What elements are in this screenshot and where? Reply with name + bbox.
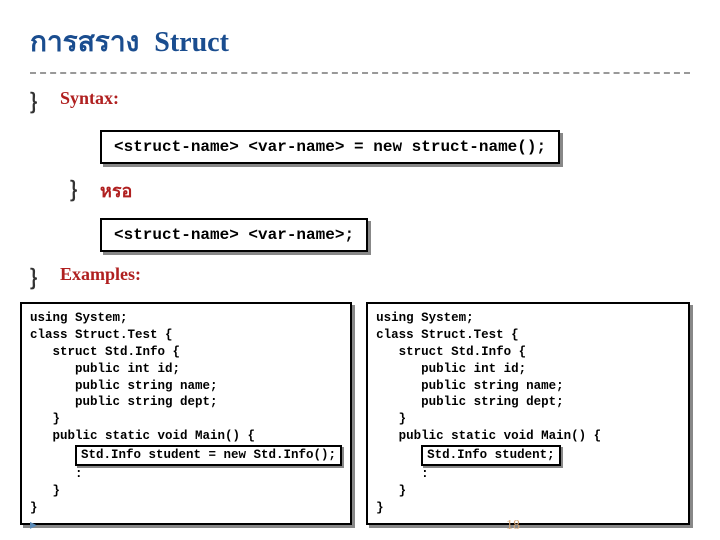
or-label: หรอ <box>100 174 132 205</box>
highlight-line-right: Std.Info student; <box>421 445 561 466</box>
examples-container: using System; class Struct.Test { struct… <box>20 302 690 525</box>
code-example-left: using System; class Struct.Test { struct… <box>20 302 352 525</box>
title-en: Struct <box>154 27 229 58</box>
syntax-label: Syntax: <box>60 86 119 109</box>
syntax-box-1: <struct-name> <var-name> = new struct-na… <box>100 130 560 164</box>
bullet-icon: ｝ <box>70 174 100 206</box>
bullet-icon: ｝ <box>30 262 60 294</box>
code-example-right: using System; class Struct.Test { struct… <box>366 302 690 525</box>
syntax-box-2: <struct-name> <var-name>; <box>100 218 368 252</box>
slide-title: การสราง Struct <box>30 20 690 64</box>
or-row: ｝ หรอ <box>70 174 690 206</box>
footer-arrow-icon: ▸ <box>30 517 37 534</box>
examples-label: Examples: <box>60 262 141 285</box>
page-number: 18 <box>506 518 520 534</box>
examples-row-label: ｝ Examples: <box>30 262 690 294</box>
bullet-icon: ｝ <box>30 86 60 118</box>
title-thai: การสราง <box>30 27 139 58</box>
slide: การสราง Struct ｝ Syntax: <struct-name> <… <box>0 0 720 525</box>
syntax-row: ｝ Syntax: <box>30 86 690 118</box>
title-divider <box>30 72 690 74</box>
highlight-line-left: Std.Info student = new Std.Info(); <box>75 445 342 466</box>
